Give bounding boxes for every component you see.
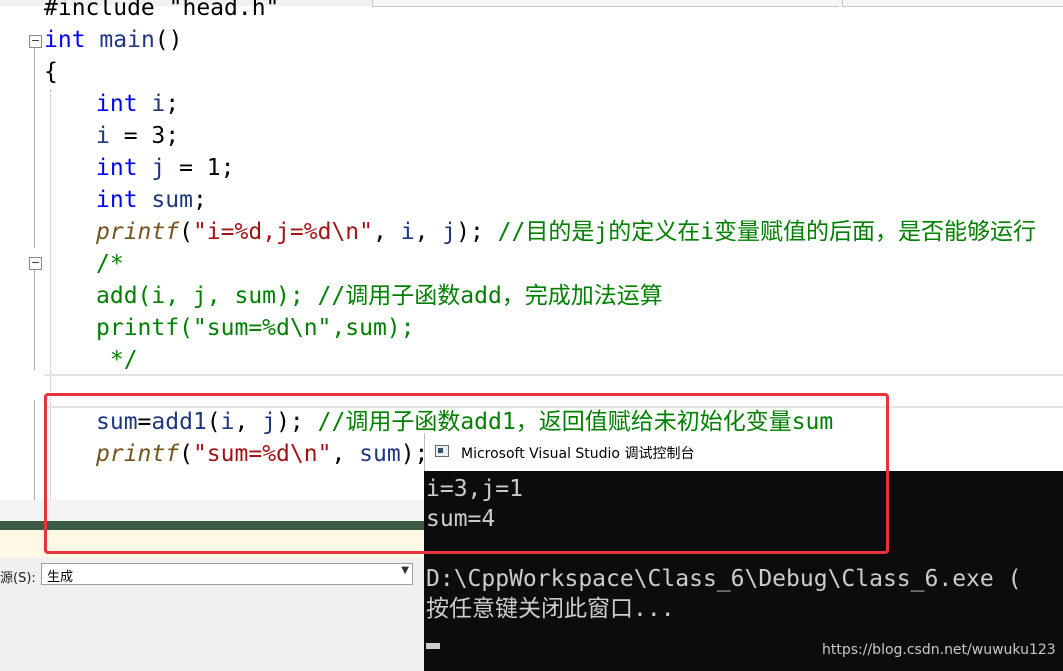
console-cursor [426,643,440,649]
code-token: /* [96,251,124,277]
code-token: sum [151,187,193,213]
code-line[interactable]: /* [96,248,124,280]
console-line: D:\CppWorkspace\Class_6\Debug\Class_6.ex… [426,566,1022,592]
code-token: printf [96,219,180,245]
code-line[interactable]: printf("i=%d,j=%d\n", i, j); //目的是j的定义在i… [96,216,1036,248]
chevron-down-icon[interactable]: ▼ [401,565,409,576]
code-token: printf("sum=%d\n",sum); [96,315,415,341]
code-token: //目的是j的定义在i变量赋值的后面，是否能够运行 [497,219,1037,245]
code-token: "i=%d,j=%d [192,219,332,245]
code-token: ; [165,91,180,117]
code-token: \n [331,219,360,245]
code-line[interactable]: printf("sum=%d\n",sum); [96,312,415,344]
code-token: int [96,155,138,181]
code-token: i [96,123,110,149]
fold-toggle-comment[interactable]: − [29,257,42,270]
code-token: int [96,187,138,213]
watermark: https://blog.csdn.net/wuwuku123 [822,642,1056,658]
code-token: ); [456,219,498,245]
code-line[interactable]: */ [96,344,138,376]
code-line[interactable]: { [44,56,58,88]
code-token: i [400,219,415,245]
code-token: () [154,27,183,53]
code-token: int [96,91,138,117]
output-source-label: 源(S): [0,571,36,586]
code-token: main [99,27,155,53]
fold-guide [34,270,35,370]
code-token: , [373,219,401,245]
fold-guide [34,48,35,248]
code-token: = 3; [109,123,180,149]
code-token: ; [192,187,207,213]
code-line[interactable]: int i; [96,88,179,120]
output-source-select[interactable]: 生成 ▼ [41,563,413,585]
output-source-value: 生成 [47,570,74,585]
code-line[interactable]: int sum; [96,184,207,216]
code-token: int [44,27,86,53]
highlight-annotation-box [44,393,889,554]
code-token: #include "head.h" [44,0,280,21]
code-token: add(i, j, sum); //调用子函数add，完成加法运算 [96,283,663,309]
code-token: */ [96,347,138,373]
code-token: i [151,91,166,117]
code-line[interactable]: int j = 1; [96,152,235,184]
fold-toggle-main[interactable]: − [29,35,42,48]
code-token: j [442,219,457,245]
code-line[interactable]: int main() [44,24,183,56]
code-line[interactable]: #include "head.h" [44,0,279,24]
code-line[interactable]: i = 3; [96,120,179,152]
console-line: 按任意键关闭此窗口... [426,596,675,622]
fold-guide [34,400,35,500]
code-token: " [359,219,373,245]
code-token: = 1; [165,155,235,181]
code-token: , [414,219,443,245]
code-line[interactable]: add(i, j, sum); //调用子函数add，完成加法运算 [96,280,663,312]
code-token: ( [179,219,193,245]
editor-gutter: − − [0,0,44,500]
code-token: { [44,59,58,85]
code-token: j [151,155,166,181]
